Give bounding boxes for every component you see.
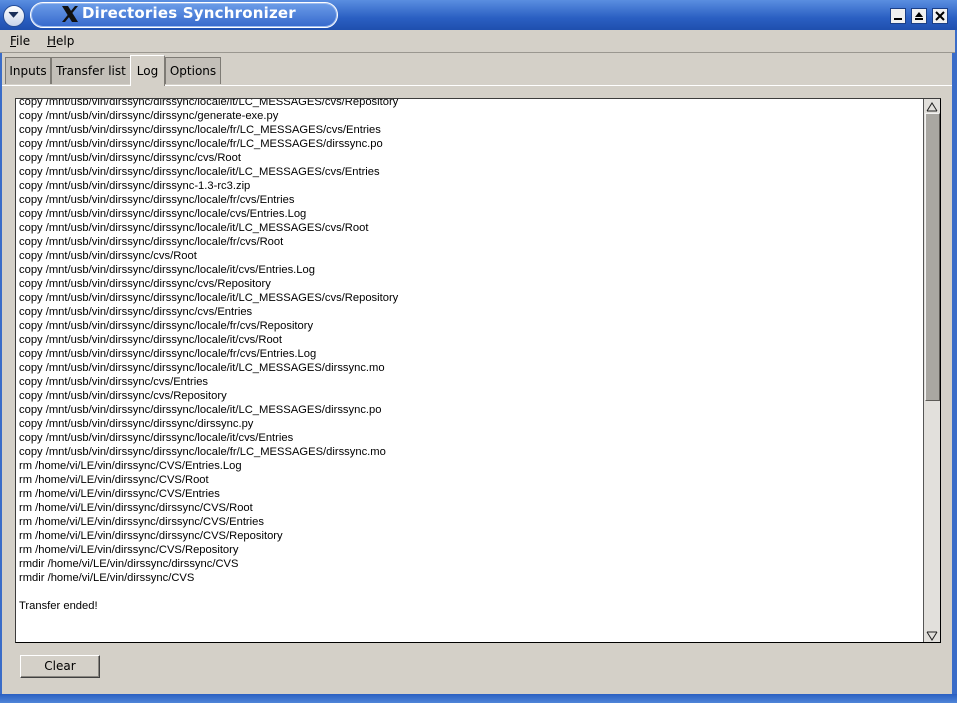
log-line: rm /home/vi/LE/vin/dirssync/CVS/Entries.…	[19, 460, 242, 472]
menu-bar: File Help	[0, 30, 955, 53]
scroll-down-button[interactable]	[924, 628, 940, 642]
tab-transfer-list[interactable]: Transfer list	[51, 57, 131, 84]
menu-help[interactable]: Help	[47, 34, 74, 48]
log-line: copy /mnt/usb/vin/dirssync/dirssync/loca…	[19, 194, 295, 206]
menu-file-label: File	[10, 34, 31, 48]
window-border-right	[952, 30, 957, 694]
scroll-up-button[interactable]	[924, 99, 940, 113]
log-line: rm /home/vi/LE/vin/dirssync/CVS/Root	[19, 474, 209, 486]
log-content: copy /mnt/usb/vin/dirssync/dirssync/loca…	[19, 99, 919, 642]
log-line: copy /mnt/usb/vin/dirssync/dirssync/loca…	[19, 236, 284, 248]
tab-log-label: Log	[136, 64, 159, 78]
log-line: copy /mnt/usb/vin/dirssync/dirssync/loca…	[19, 334, 282, 346]
clear-button-label: Clear	[44, 659, 76, 673]
vertical-scrollbar[interactable]	[923, 99, 940, 642]
window-border-left	[0, 30, 2, 694]
log-line: copy /mnt/usb/vin/dirssync/cvs/Repositor…	[19, 390, 227, 402]
tab-options[interactable]: Options	[165, 57, 221, 84]
tab-log[interactable]: Log	[130, 55, 165, 86]
log-line: rm /home/vi/LE/vin/dirssync/dirssync/CVS…	[19, 502, 253, 514]
log-line: copy /mnt/usb/vin/dirssync/dirssync/loca…	[19, 166, 380, 178]
log-line: copy /mnt/usb/vin/dirssync/dirssync/loca…	[19, 404, 382, 416]
menu-help-label: Help	[47, 34, 75, 48]
log-line: copy /mnt/usb/vin/dirssync/dirssync/loca…	[19, 432, 294, 444]
log-line: copy /mnt/usb/vin/dirssync/dirssync-1.3-…	[19, 180, 251, 192]
log-line: copy /mnt/usb/vin/dirssync/dirssync/loca…	[19, 99, 399, 108]
minimize-icon	[894, 18, 902, 20]
minimize-button[interactable]	[890, 8, 906, 24]
log-line: copy /mnt/usb/vin/dirssync/dirssync/loca…	[19, 320, 314, 332]
log-line: rm /home/vi/LE/vin/dirssync/CVS/Entries	[19, 488, 220, 500]
tab-options-label: Options	[169, 64, 217, 78]
scroll-up-icon	[926, 102, 938, 112]
x-app-icon	[62, 6, 78, 22]
close-icon	[935, 11, 945, 21]
window-border-bottom	[0, 694, 957, 703]
window-title: Directories Synchronizer	[82, 4, 296, 22]
log-line: rm /home/vi/LE/vin/dirssync/CVS/Reposito…	[19, 544, 239, 556]
log-line: copy /mnt/usb/vin/dirssync/dirssync/dirs…	[19, 418, 254, 430]
log-line: rm /home/vi/LE/vin/dirssync/dirssync/CVS…	[19, 530, 283, 542]
menu-file[interactable]: File	[10, 34, 30, 48]
log-line: copy /mnt/usb/vin/dirssync/dirssync/gene…	[19, 110, 279, 122]
window-menu-button[interactable]	[3, 5, 25, 27]
log-textarea[interactable]: copy /mnt/usb/vin/dirssync/dirssync/loca…	[15, 98, 941, 643]
log-line: copy /mnt/usb/vin/dirssync/dirssync/loca…	[19, 138, 383, 150]
tab-inputs-label: Inputs	[9, 64, 47, 78]
log-line: rmdir /home/vi/LE/vin/dirssync/CVS	[19, 572, 195, 584]
log-line: rm /home/vi/LE/vin/dirssync/dirssync/CVS…	[19, 516, 264, 528]
log-line: copy /mnt/usb/vin/dirssync/dirssync/loca…	[19, 292, 399, 304]
maximize-icon	[915, 12, 923, 20]
log-line: copy /mnt/usb/vin/dirssync/dirssync/cvs/…	[19, 306, 253, 318]
log-line: copy /mnt/usb/vin/dirssync/dirssync/loca…	[19, 222, 369, 234]
chevron-down-icon	[8, 11, 19, 18]
tab-inputs[interactable]: Inputs	[5, 57, 51, 84]
close-button[interactable]	[932, 8, 948, 24]
clear-button[interactable]: Clear	[20, 655, 100, 678]
title-bar[interactable]: Directories Synchronizer	[0, 0, 957, 30]
log-line: copy /mnt/usb/vin/dirssync/dirssync/cvs/…	[19, 278, 271, 290]
tab-transfer-list-label: Transfer list	[56, 64, 126, 78]
scroll-down-icon	[926, 631, 938, 641]
log-line: copy /mnt/usb/vin/dirssync/dirssync/cvs/…	[19, 152, 241, 164]
scrollbar-thumb[interactable]	[925, 113, 940, 401]
log-line: copy /mnt/usb/vin/dirssync/dirssync/loca…	[19, 264, 315, 276]
log-line: copy /mnt/usb/vin/dirssync/dirssync/loca…	[19, 124, 381, 136]
log-lines: copy /mnt/usb/vin/dirssync/dirssync/loca…	[19, 99, 919, 613]
log-line: copy /mnt/usb/vin/dirssync/cvs/Root	[19, 250, 197, 262]
log-line: rmdir /home/vi/LE/vin/dirssync/dirssync/…	[19, 558, 239, 570]
log-line: copy /mnt/usb/vin/dirssync/cvs/Entries	[19, 376, 209, 388]
log-line: copy /mnt/usb/vin/dirssync/dirssync/loca…	[19, 446, 386, 458]
maximize-button[interactable]	[911, 8, 927, 24]
log-line: copy /mnt/usb/vin/dirssync/dirssync/loca…	[19, 208, 307, 220]
log-line: copy /mnt/usb/vin/dirssync/dirssync/loca…	[19, 362, 385, 374]
log-line: Transfer ended!	[19, 600, 98, 612]
log-line: copy /mnt/usb/vin/dirssync/dirssync/loca…	[19, 348, 317, 360]
